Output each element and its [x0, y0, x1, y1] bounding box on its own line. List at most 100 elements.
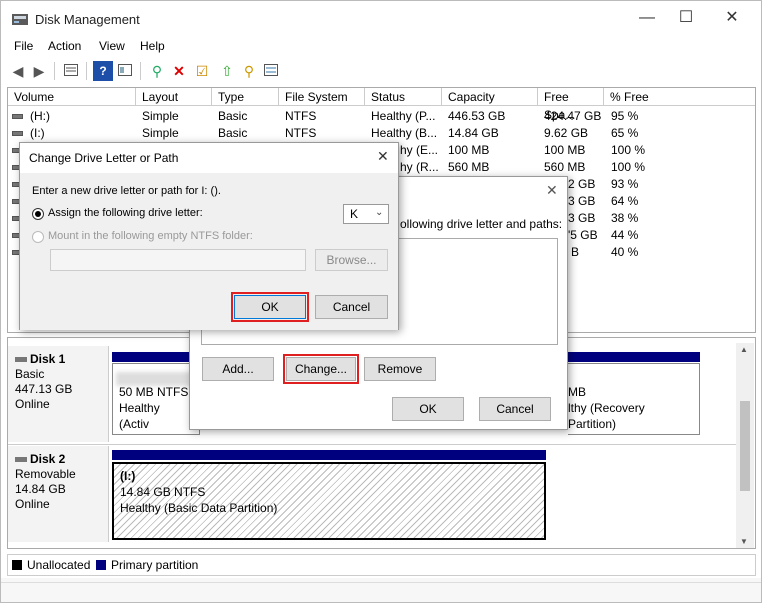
close-icon[interactable]: ✕ — [377, 148, 389, 165]
volume-free: 9.62 GB — [544, 126, 589, 140]
remove-button[interactable]: Remove — [364, 357, 436, 381]
maximize-button[interactable]: ☐ — [663, 1, 709, 35]
volume-free: '5 GB — [568, 228, 598, 242]
disk-management-icon — [12, 14, 28, 25]
close-icon[interactable]: ✕ — [546, 182, 558, 199]
partition-bar — [568, 352, 700, 362]
table-row[interactable]: (I:) Simple Basic NTFS Healthy (B... 14.… — [8, 125, 755, 142]
column-capacity[interactable]: Capacity — [442, 88, 538, 106]
check-icon[interactable]: ☑ — [192, 61, 212, 81]
volume-type: Basic — [218, 109, 248, 123]
volume-name: (H:) — [30, 109, 50, 123]
volume-status: Healthy (B... — [371, 126, 438, 140]
volume-free: 424.47 GB — [544, 109, 602, 123]
volume-pct-free: 65 % — [611, 126, 639, 140]
back-arrow-icon[interactable]: ◀ — [8, 61, 28, 81]
drive-letter-value: K — [350, 207, 359, 221]
disk-icon — [15, 357, 27, 363]
folder-path-input[interactable] — [50, 249, 306, 271]
window-title: Disk Management — [35, 12, 140, 27]
title-bar: Disk Management — ☐ ✕ — [1, 1, 761, 37]
search-icon[interactable]: ⚲ — [239, 61, 259, 81]
paths-ok-button[interactable]: OK — [392, 397, 464, 421]
legend-primary: Primary partition — [111, 558, 199, 572]
properties-icon[interactable] — [115, 61, 135, 81]
volume-pct-free: 44 % — [611, 228, 639, 242]
delete-icon[interactable]: ✕ — [169, 61, 189, 81]
column-percent-free[interactable]: % Free — [604, 88, 755, 106]
scroll-down-icon[interactable]: ▼ — [740, 537, 748, 546]
change-button[interactable]: Change... — [283, 354, 359, 384]
column-layout[interactable]: Layout — [136, 88, 212, 106]
column-type[interactable]: Type — [212, 88, 279, 106]
cancel-button[interactable]: Cancel — [315, 295, 388, 319]
disk-2-header[interactable]: Disk 2 Removable 14.84 GB Online — [8, 446, 109, 542]
disk-name: Disk 2 — [30, 452, 66, 466]
volume-pct-free: 100 % — [611, 160, 646, 174]
volume-free: 560 MB — [544, 160, 586, 174]
change-drive-letter-dialog: Change Drive Letter or Path ✕ Enter a ne… — [19, 142, 399, 330]
disk-state: Online — [15, 397, 50, 411]
dialog-title: Change Drive Letter or Path — [29, 151, 179, 165]
connect-drive-icon[interactable]: ⚲ — [147, 61, 167, 81]
volume-fs: NTFS — [285, 109, 317, 123]
assign-letter-radio[interactable] — [32, 208, 44, 220]
toolbar-separator — [54, 62, 55, 80]
menu-view[interactable]: View — [99, 39, 125, 53]
drive-icon — [12, 114, 23, 119]
table-row[interactable]: (H:) Simple Basic NTFS Healthy (P... 446… — [8, 108, 755, 125]
menu-file[interactable]: File — [14, 39, 33, 53]
menu-action[interactable]: Action — [48, 39, 81, 53]
drive-letter-select[interactable]: K ⌄ — [343, 204, 389, 224]
mount-folder-label[interactable]: Mount in the following empty NTFS folder… — [48, 230, 253, 242]
disk-list-icon[interactable] — [61, 61, 81, 81]
volume-pct-free: 93 % — [611, 177, 639, 191]
volume-pct-free: 64 % — [611, 194, 639, 208]
mount-folder-radio[interactable] — [32, 231, 44, 243]
up-folder-icon[interactable]: ⇧ — [217, 61, 237, 81]
partition-status: Healthy (Basic Data Partition) — [120, 501, 278, 515]
toolbar-separator — [140, 62, 141, 80]
paths-cancel-button[interactable]: Cancel — [479, 397, 551, 421]
partition-i[interactable]: (I:) 14.84 GB NTFS Healthy (Basic Data P… — [112, 462, 546, 540]
close-button[interactable]: ✕ — [709, 1, 755, 35]
partition-status: Healthy (Activ — [119, 401, 160, 431]
legend: Unallocated Primary partition — [7, 554, 756, 576]
divider — [8, 444, 742, 445]
add-button[interactable]: Add... — [202, 357, 274, 381]
toolbar-separator — [86, 62, 87, 80]
volume-pct-free: 38 % — [611, 211, 639, 225]
ok-button[interactable]: OK — [231, 292, 309, 322]
disk-type: Basic — [15, 367, 45, 381]
vertical-scrollbar[interactable]: ▲ ▼ — [736, 343, 754, 548]
volume-layout: Simple — [142, 109, 179, 123]
scroll-up-icon[interactable]: ▲ — [740, 345, 748, 354]
unallocated-swatch — [12, 560, 22, 570]
disk-name: Disk 1 — [30, 352, 66, 366]
disk-size: 14.84 GB — [15, 482, 66, 496]
volume-status: Healthy (P... — [371, 109, 436, 123]
partition-bar — [112, 450, 546, 460]
column-free-space[interactable]: Free Spa... — [538, 88, 604, 122]
volume-free: B — [571, 245, 580, 259]
volume-pct-free: 100 % — [611, 143, 646, 157]
disk-1-header[interactable]: Disk 1 Basic 447.13 GB Online — [8, 346, 109, 442]
disk-state: Online — [15, 497, 50, 511]
help-icon[interactable]: ? — [93, 61, 113, 81]
volume-fs: NTFS — [285, 126, 317, 140]
assign-letter-label[interactable]: Assign the following drive letter: — [48, 207, 203, 219]
scroll-thumb[interactable] — [740, 401, 750, 491]
column-status[interactable]: Status — [365, 88, 442, 106]
settings-list-icon[interactable] — [261, 61, 281, 81]
legend-unallocated: Unallocated — [27, 558, 91, 572]
partition-recovery[interactable]: MB lthy (Recovery Partition) — [568, 363, 700, 435]
column-file-system[interactable]: File System — [279, 88, 365, 106]
column-volume[interactable]: Volume — [8, 88, 136, 106]
menu-help[interactable]: Help — [140, 39, 165, 53]
browse-button[interactable]: Browse... — [315, 249, 388, 271]
chevron-down-icon: ⌄ — [375, 207, 384, 218]
partition-system[interactable]: 50 MB NTFS Healthy (Activ — [112, 363, 200, 435]
volume-free: 3 GB — [568, 211, 596, 225]
volume-capacity: 560 MB — [448, 160, 490, 174]
forward-arrow-icon[interactable]: ▶ — [29, 61, 49, 81]
